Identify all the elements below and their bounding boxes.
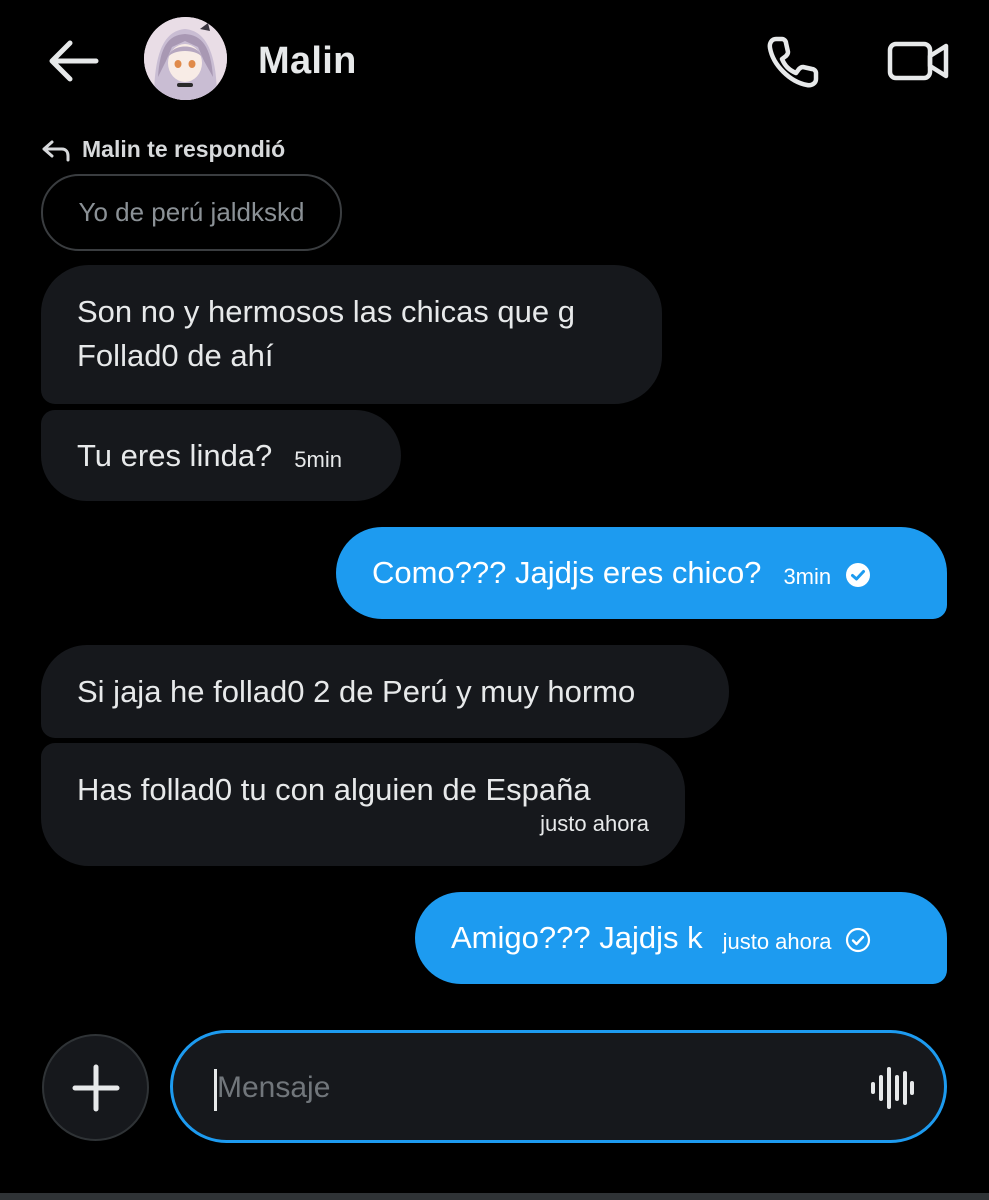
message-input[interactable] [217, 1059, 837, 1117]
message-bubble-outgoing[interactable]: Amigo??? Jajdjs k justo ahora [415, 892, 947, 984]
voice-waveform-icon [871, 1067, 914, 1109]
message-text: Follad0 de ahí [77, 338, 274, 373]
message-bubble-incoming[interactable]: Son no y hermosos las chicas que g Folla… [41, 265, 662, 404]
message-timestamp: 5min [294, 446, 342, 472]
conversation-header: Malin [0, 0, 989, 125]
message-bubble-incoming[interactable]: Tu eres linda? 5min [41, 410, 401, 501]
message-text: Amigo??? Jajdjs k [451, 920, 703, 955]
message-text: Tu eres linda? [77, 437, 273, 473]
arrow-left-icon [49, 40, 99, 82]
dm-conversation-screen: Malin Malin te respondió Yo de perú jald… [0, 0, 989, 1200]
sent-check-icon [846, 927, 871, 953]
message-text: Si jaja he follad0 2 de Perú y muy hormo [77, 673, 636, 709]
message-text: Has follad0 tu con alguien de España [77, 772, 591, 807]
video-camera-icon [887, 41, 949, 81]
message-bubble-incoming[interactable]: Has follad0 tu con alguien de España jus… [41, 743, 685, 866]
voice-message-button[interactable] [869, 1066, 915, 1110]
message-timestamp: 3min [783, 564, 832, 589]
avatar[interactable] [144, 17, 227, 100]
read-check-icon [846, 563, 871, 587]
message-text: Como??? Jajdjs eres chico? [372, 555, 762, 590]
message-composer[interactable] [170, 1030, 947, 1143]
message-bubble-incoming[interactable]: Si jaja he follad0 2 de Perú y muy hormo [41, 645, 729, 738]
plus-icon [72, 1064, 119, 1111]
add-attachment-button[interactable] [42, 1034, 149, 1141]
quoted-message[interactable]: Yo de perú jaldkskd [41, 174, 342, 251]
avatar-image [144, 17, 227, 100]
reply-indicator: Malin te respondió [40, 134, 285, 164]
message-text: Son no y hermosos las chicas que g [77, 294, 575, 329]
call-button[interactable] [764, 33, 822, 91]
phone-icon [767, 36, 819, 88]
message-timestamp: justo ahora [722, 929, 832, 954]
bottom-divider [0, 1193, 989, 1200]
reply-icon [42, 140, 70, 162]
video-call-button[interactable] [886, 38, 950, 84]
message-timestamp: justo ahora [540, 811, 649, 836]
reply-label: Malin te respondió [82, 135, 286, 162]
contact-name[interactable]: Malin [258, 40, 357, 83]
back-button[interactable] [46, 38, 100, 84]
message-bubble-outgoing[interactable]: Como??? Jajdjs eres chico? 3min [336, 527, 947, 619]
